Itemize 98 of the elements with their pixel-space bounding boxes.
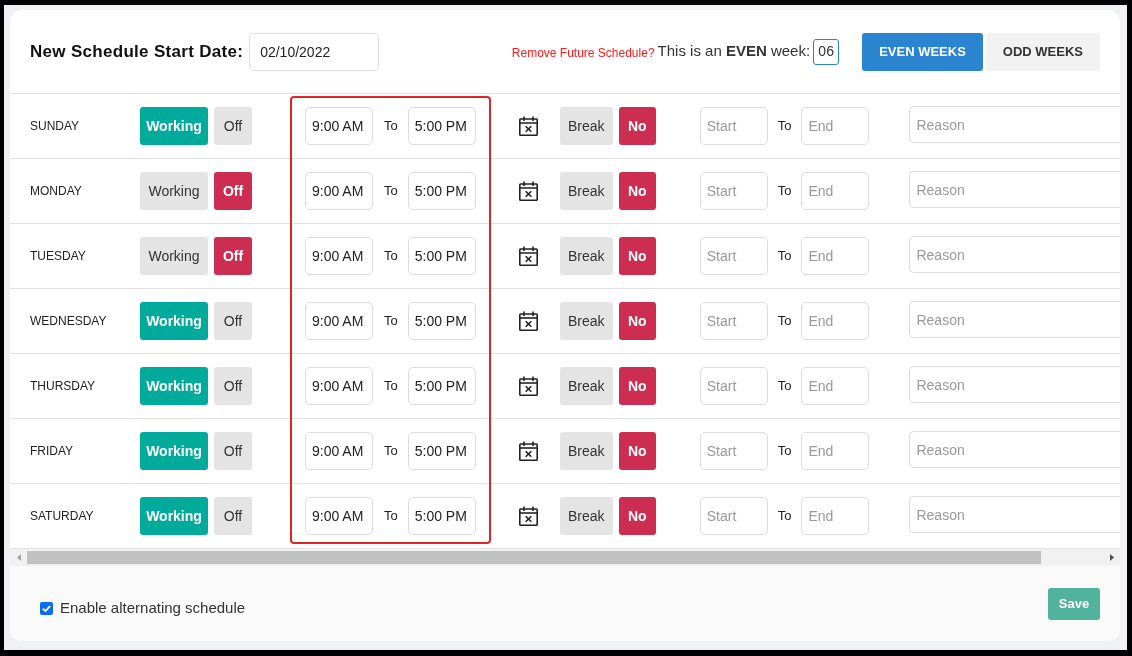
to-label: To — [777, 117, 792, 136]
week-number: 06 — [813, 38, 840, 65]
end-time-input[interactable]: 5:00 PM — [407, 302, 476, 340]
day-label: TUESDAY — [30, 248, 87, 265]
reason-input[interactable]: Reason — [909, 431, 1120, 468]
to-label: To — [777, 377, 792, 396]
day-label: SATURDAY — [30, 508, 95, 525]
reason-input[interactable]: Reason — [909, 366, 1120, 403]
break-toggle[interactable]: Break — [559, 497, 613, 535]
reason-input[interactable]: Reason — [909, 236, 1120, 273]
break-toggle[interactable]: Break — [559, 367, 613, 405]
off-toggle[interactable]: Off — [214, 367, 252, 405]
reason-input[interactable]: Reason — [909, 496, 1120, 533]
scroll-right-icon[interactable] — [1109, 554, 1114, 561]
schedule-start-title: New Schedule Start Date: — [30, 40, 244, 63]
off-toggle[interactable]: Off — [214, 302, 252, 340]
start-time-input[interactable]: 9:00 AM — [305, 432, 373, 470]
week-parity-text: This is an EVEN week: — [657, 41, 811, 62]
to-label: To — [384, 377, 398, 396]
break-start-input[interactable]: Start — [699, 302, 768, 340]
reason-input[interactable]: Reason — [909, 106, 1120, 143]
break-start-input[interactable]: Start — [699, 172, 768, 210]
calendar-x-icon[interactable] — [518, 311, 538, 331]
start-time-input[interactable]: 9:00 AM — [305, 237, 373, 275]
off-toggle[interactable]: Off — [214, 497, 252, 535]
start-time-input[interactable]: 9:00 AM — [305, 302, 373, 340]
alternating-checkbox[interactable] — [40, 602, 53, 615]
end-time-input[interactable]: 5:00 PM — [407, 497, 476, 535]
break-start-input[interactable]: Start — [699, 367, 768, 405]
break-end-input[interactable]: End — [801, 497, 870, 535]
start-time-input[interactable]: 9:00 AM — [305, 172, 373, 210]
calendar-x-icon[interactable] — [518, 506, 538, 526]
break-toggle[interactable]: Break — [559, 432, 613, 470]
scrollbar-thumb[interactable] — [27, 551, 1041, 564]
to-label: To — [384, 442, 398, 461]
reason-input[interactable]: Reason — [909, 171, 1120, 208]
calendar-x-icon[interactable] — [518, 181, 538, 201]
break-start-input[interactable]: Start — [699, 107, 768, 145]
no-break-toggle[interactable]: No — [618, 432, 656, 470]
calendar-x-icon[interactable] — [518, 246, 538, 266]
week-tab[interactable]: ODD WEEKS — [985, 32, 1100, 71]
week-tab[interactable]: EVEN WEEKS — [862, 32, 983, 71]
start-time-input[interactable]: 9:00 AM — [305, 497, 373, 535]
off-toggle[interactable]: Off — [214, 432, 252, 470]
break-toggle[interactable]: Break — [559, 302, 613, 340]
to-label: To — [384, 182, 398, 201]
end-time-input[interactable]: 5:00 PM — [407, 107, 476, 145]
end-time-input[interactable]: 5:00 PM — [407, 172, 476, 210]
no-break-toggle[interactable]: No — [618, 172, 656, 210]
end-time-input[interactable]: 5:00 PM — [407, 367, 476, 405]
to-label: To — [777, 442, 792, 461]
to-label: To — [777, 182, 792, 201]
day-label: WEDNESDAY — [30, 313, 108, 330]
alternating-label: Enable alternating schedule — [60, 598, 246, 619]
break-end-input[interactable]: End — [801, 107, 870, 145]
calendar-x-icon[interactable] — [518, 116, 538, 136]
no-break-toggle[interactable]: No — [618, 107, 656, 145]
day-label: FRIDAY — [30, 443, 75, 460]
working-toggle[interactable]: Working — [140, 172, 208, 210]
calendar-x-icon[interactable] — [518, 376, 538, 396]
break-start-input[interactable]: Start — [699, 432, 768, 470]
start-time-input[interactable]: 9:00 AM — [305, 107, 373, 145]
reason-input[interactable]: Reason — [909, 301, 1120, 338]
break-end-input[interactable]: End — [801, 432, 870, 470]
no-break-toggle[interactable]: No — [618, 367, 656, 405]
start-time-input[interactable]: 9:00 AM — [305, 367, 373, 405]
to-label: To — [384, 507, 398, 526]
to-label: To — [777, 247, 792, 266]
to-label: To — [384, 312, 398, 331]
day-label: MONDAY — [30, 183, 83, 200]
break-toggle[interactable]: Break — [559, 107, 613, 145]
break-end-input[interactable]: End — [801, 237, 870, 275]
break-toggle[interactable]: Break — [559, 172, 613, 210]
off-toggle[interactable]: Off — [214, 107, 252, 145]
working-toggle[interactable]: Working — [140, 237, 208, 275]
start-date-input[interactable]: 02/10/2022 — [249, 32, 380, 71]
to-label: To — [384, 117, 398, 136]
break-end-input[interactable]: End — [801, 302, 870, 340]
remove-future-schedule-link[interactable]: Remove Future Schedule? — [511, 44, 655, 62]
break-start-input[interactable]: Start — [699, 497, 768, 535]
off-toggle[interactable]: Off — [214, 237, 252, 275]
end-time-input[interactable]: 5:00 PM — [407, 432, 476, 470]
break-start-input[interactable]: Start — [699, 237, 768, 275]
no-break-toggle[interactable]: No — [618, 237, 656, 275]
calendar-x-icon[interactable] — [518, 441, 538, 461]
break-end-input[interactable]: End — [801, 367, 870, 405]
to-label: To — [777, 507, 792, 526]
to-label: To — [777, 312, 792, 331]
break-toggle[interactable]: Break — [559, 237, 613, 275]
end-time-input[interactable]: 5:00 PM — [407, 237, 476, 275]
break-end-input[interactable]: End — [801, 172, 870, 210]
day-label: THURSDAY — [30, 378, 97, 395]
to-label: To — [384, 247, 398, 266]
no-break-toggle[interactable]: No — [618, 302, 656, 340]
no-break-toggle[interactable]: No — [618, 497, 656, 535]
day-label: SUNDAY — [30, 118, 81, 135]
checkmark-icon — [42, 605, 51, 612]
off-toggle[interactable]: Off — [214, 172, 252, 210]
